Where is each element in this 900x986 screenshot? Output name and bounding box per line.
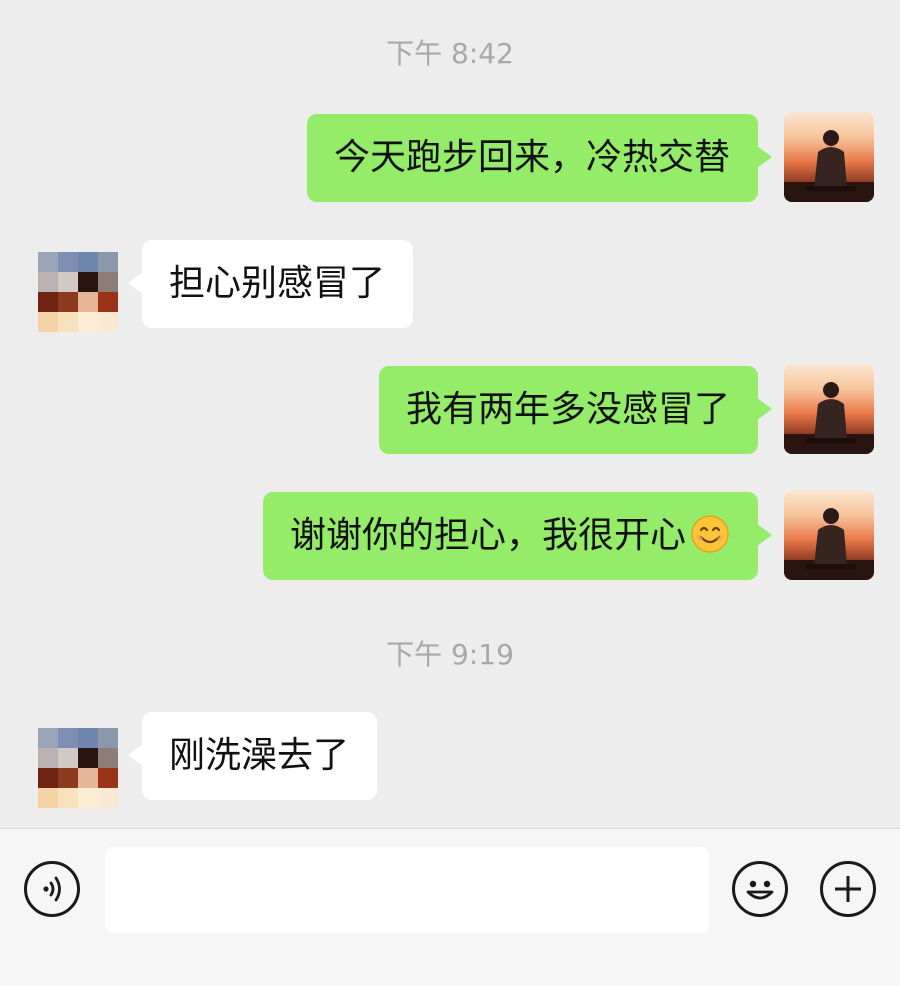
contact-avatar[interactable]	[38, 252, 118, 332]
emoji-button[interactable]	[732, 861, 788, 917]
message-bubble-me[interactable]: 我有两年多没感冒了	[378, 366, 773, 454]
message-bubble-me[interactable]: 今天跑步回来，冷热交替	[306, 114, 773, 202]
message-bubble-them[interactable]: 担心别感冒了	[127, 240, 414, 328]
voice-button[interactable]	[24, 861, 80, 917]
message-bubble-them[interactable]: 刚洗澡去了	[127, 712, 378, 800]
input-bar	[0, 828, 900, 986]
timestamp: 下午 9:19	[386, 638, 514, 671]
message-input[interactable]	[105, 847, 709, 933]
contact-avatar[interactable]	[38, 728, 118, 808]
my-avatar[interactable]	[784, 364, 874, 454]
voice-icon	[43, 876, 61, 902]
add-button[interactable]	[820, 861, 876, 917]
message-bubble-me[interactable]: 谢谢你的担心，我很开心	[262, 492, 773, 580]
person-silhouette-icon	[784, 130, 874, 202]
plus-icon	[835, 876, 861, 902]
my-avatar[interactable]	[784, 490, 874, 580]
my-avatar[interactable]	[784, 112, 874, 202]
person-silhouette-icon	[784, 382, 874, 454]
smile-emoji-icon	[691, 515, 729, 553]
message-text: 谢谢你的担心，我很开心	[289, 515, 686, 556]
emoji-icon	[746, 880, 774, 900]
person-silhouette-icon	[784, 508, 874, 580]
timestamp: 下午 8:42	[386, 37, 514, 70]
chat-area[interactable]: 下午 8:42 今天跑步回来，冷热交替 担心别感冒了 我有两年多没感冒了 谢谢你…	[0, 0, 900, 828]
